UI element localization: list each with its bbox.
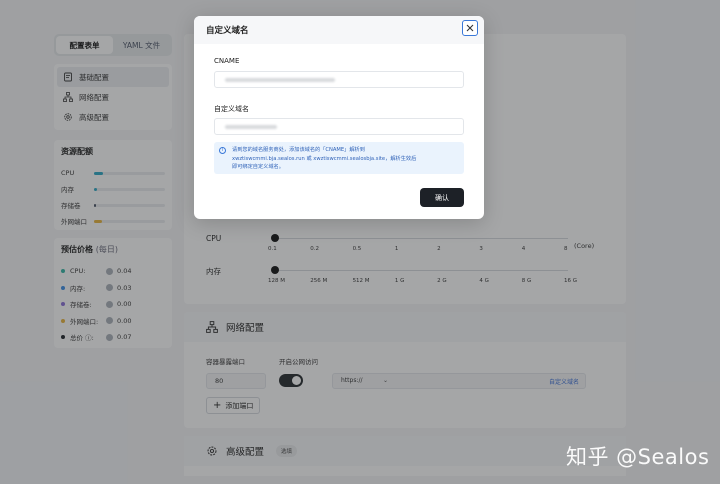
cname-label: CNAME [214,57,240,65]
redacted-domain-value [225,125,277,129]
confirm-button[interactable]: 确认 [420,188,464,207]
custom-domain-modal: 自定义域名 CNAME 自定义域名 i 请到您的域名服务商处，添加该域名的「CN… [194,16,484,219]
tip-line-2: xwztiswcmmi.bja.sealos.run 或 xwztiswcmmi… [232,155,417,162]
custom-domain-input[interactable] [214,118,464,135]
modal-header: 自定义域名 [194,16,484,44]
close-icon [466,24,474,32]
redacted-cname-value [225,78,335,82]
dns-tip-box: i 请到您的域名服务商处，添加该域名的「CNAME」解析到 xwztiswcmm… [214,142,464,174]
tip-line-3: 即可绑定自定义域名。 [232,164,284,171]
modal-title: 自定义域名 [206,26,249,36]
cname-field[interactable] [214,71,464,88]
tip-line-1: 请到您的域名服务商处，添加该域名的「CNAME」解析到 [232,147,365,153]
watermark: 知乎 @Sealos [566,445,710,469]
info-icon: i [219,147,226,154]
close-button[interactable] [462,20,478,36]
custom-domain-label: 自定义域名 [214,105,249,113]
